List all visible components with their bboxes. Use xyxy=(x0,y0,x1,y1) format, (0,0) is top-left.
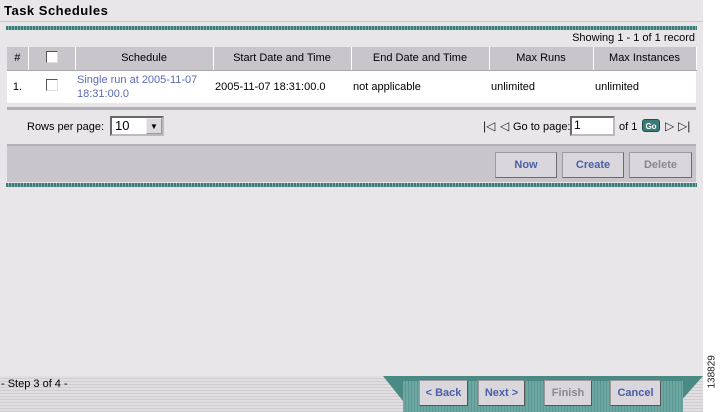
schedule-cell: Single run at 2005-11-07 18:31:00.0 xyxy=(75,70,213,103)
schedule-link-line1: Single run at 2005-11-07 xyxy=(77,73,198,86)
next-page-icon[interactable]: ▷ xyxy=(665,120,674,132)
table-header-row: # Schedule Start Date and Time End Date … xyxy=(7,47,697,71)
col-header-max-runs[interactable]: Max Runs xyxy=(489,47,594,71)
col-header-max-instances[interactable]: Max Instances xyxy=(593,47,697,71)
rows-per-page-label: Rows per page: xyxy=(27,121,105,133)
schedule-link[interactable]: Single run at 2005-11-07 18:31:00.0 xyxy=(77,73,213,101)
last-page-icon[interactable]: ▷| xyxy=(678,120,690,132)
goto-page-label: Go to page: xyxy=(513,121,571,133)
delete-button[interactable]: Delete xyxy=(629,152,692,178)
end-date-cell: not applicable xyxy=(351,70,489,103)
goto-page-input[interactable]: 1 xyxy=(570,116,615,136)
bottom-accent-bar xyxy=(6,183,697,187)
go-button[interactable]: Go xyxy=(642,119,660,132)
table-row: 1. Single run at 2005-11-07 18:31:00.0 2… xyxy=(7,70,696,103)
schedules-table: # Schedule Start Date and Time End Date … xyxy=(7,47,697,103)
row-number: 1. xyxy=(7,70,28,103)
top-accent-bar xyxy=(6,26,697,30)
pagination-bar: Rows per page: 10 ▼ |◁ ◁ Go to page: 1 o… xyxy=(7,107,696,141)
rows-per-page-select[interactable]: 10 ▼ xyxy=(110,116,164,136)
page-total-label: of 1 xyxy=(619,121,638,133)
schedule-link-line2: 18:31:00.0 xyxy=(77,87,129,100)
col-header-end[interactable]: End Date and Time xyxy=(351,47,490,71)
right-margin xyxy=(703,0,721,412)
start-date-cell: 2005-11-07 18:31:00.0 xyxy=(213,70,351,103)
record-count: Showing 1 - 1 of 1 record xyxy=(572,32,695,44)
wizard-step-indicator: - Step 3 of 4 - xyxy=(1,378,68,390)
col-header-start[interactable]: Start Date and Time xyxy=(213,47,352,71)
col-header-schedule[interactable]: Schedule xyxy=(75,47,214,71)
now-button[interactable]: Now xyxy=(495,152,557,178)
create-button[interactable]: Create xyxy=(562,152,624,178)
action-bar: Now Create Delete xyxy=(7,144,696,182)
col-header-select xyxy=(28,47,76,71)
previous-page-icon[interactable]: ◁ xyxy=(500,120,509,132)
chevron-down-icon[interactable]: ▼ xyxy=(146,118,162,134)
next-button[interactable]: Next > xyxy=(478,380,525,406)
figure-number: 138829 xyxy=(706,355,718,389)
row-select-cell xyxy=(28,70,75,103)
max-runs-cell: unlimited xyxy=(489,70,593,103)
col-header-number: # xyxy=(7,47,29,71)
title-divider xyxy=(0,21,703,22)
page-title: Task Schedules xyxy=(4,3,109,18)
rows-per-page-value: 10 xyxy=(115,118,130,133)
cancel-button[interactable]: Cancel xyxy=(610,380,661,406)
wizard-footer: - Step 3 of 4 - < Back Next > Finish Can… xyxy=(0,376,703,412)
first-page-icon[interactable]: |◁ xyxy=(483,120,495,132)
select-all-checkbox[interactable] xyxy=(45,50,58,63)
task-schedules-panel: Showing 1 - 1 of 1 record # Schedule Sta… xyxy=(6,26,697,187)
back-button[interactable]: < Back xyxy=(419,380,468,406)
max-instances-cell: unlimited xyxy=(593,70,696,103)
finish-button[interactable]: Finish xyxy=(544,380,592,406)
row-checkbox[interactable] xyxy=(45,79,58,92)
